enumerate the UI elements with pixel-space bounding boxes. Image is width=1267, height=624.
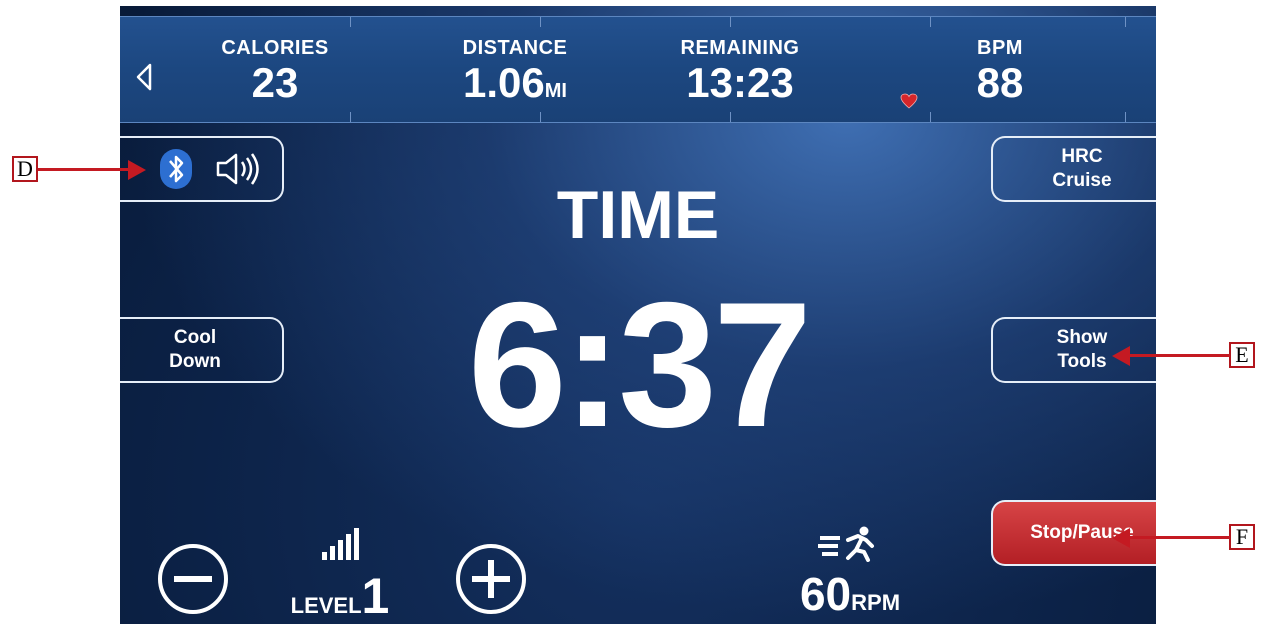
callout-e-arrow [1130, 354, 1230, 357]
level-label: LEVEL [290, 593, 362, 618]
calories-value: 23 [251, 59, 299, 106]
callout-d-arrow [38, 168, 134, 171]
runner-icon [818, 526, 874, 562]
signal-bars-icon [322, 528, 359, 560]
callout-e-arrowhead-icon [1112, 346, 1130, 366]
distance-stat: DISTANCE 1.06MI [435, 17, 595, 112]
stats-bar: CALORIES 23 DISTANCE 1.06MI REMAINING 13… [120, 16, 1156, 123]
calories-stat: CALORIES 23 [205, 17, 345, 104]
callout-f: F [1229, 524, 1255, 550]
stop-pause-button[interactable]: Stop/Pause [991, 500, 1156, 566]
level-value: 1 [361, 568, 390, 624]
main-metric-value: 6:37 [467, 265, 812, 464]
cadence-unit: RPM [851, 590, 901, 615]
callout-e: E [1229, 342, 1255, 368]
cadence-value: 60 [799, 568, 852, 620]
cadence-display: 60RPM [775, 526, 925, 621]
console-screen: CALORIES 23 DISTANCE 1.06MI REMAINING 13… [120, 6, 1156, 624]
distance-value: 1.06 [463, 59, 545, 106]
level-display: LEVEL1 [280, 528, 400, 624]
callout-f-arrowhead-icon [1112, 528, 1130, 548]
bpm-value: 88 [976, 59, 1024, 106]
callout-d-arrowhead-icon [128, 160, 146, 180]
bpm-stat: BPM 88 [945, 17, 1055, 104]
callout-f-arrow [1130, 536, 1230, 539]
main-metric-label: TIME [556, 177, 720, 253]
calories-label: CALORIES [221, 37, 329, 59]
remaining-value: 13:23 [686, 59, 794, 106]
remaining-label: REMAINING [680, 37, 800, 59]
callout-d: D [12, 156, 38, 182]
minus-circle-icon[interactable] [156, 542, 230, 616]
plus-circle-icon[interactable] [454, 542, 528, 616]
remaining-stat: REMAINING 13:23 [655, 17, 825, 104]
distance-label: DISTANCE [462, 37, 568, 59]
back-arrow-icon[interactable] [134, 62, 154, 92]
distance-unit: MI [544, 80, 567, 102]
heart-icon [900, 93, 918, 109]
bpm-label: BPM [977, 37, 1023, 59]
